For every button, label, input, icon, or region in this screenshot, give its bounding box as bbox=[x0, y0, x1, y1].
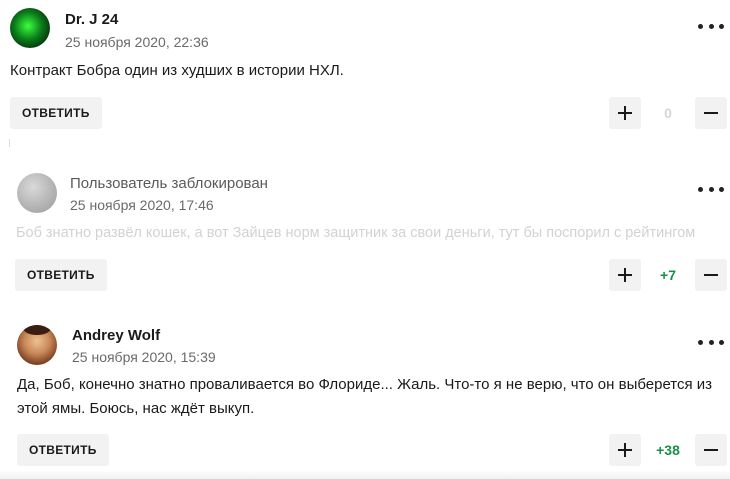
downvote-button[interactable] bbox=[695, 97, 727, 129]
avatar-hair bbox=[23, 325, 51, 335]
minus-icon bbox=[704, 449, 718, 451]
comment-score: 0 bbox=[664, 105, 672, 121]
comment-date: 25 ноября 2020, 17:46 bbox=[70, 197, 214, 213]
plus-icon bbox=[618, 106, 632, 120]
bottom-fade bbox=[0, 470, 730, 479]
upvote-button[interactable] bbox=[609, 97, 641, 129]
blocked-user-avatar-icon bbox=[17, 173, 57, 213]
thread-divider bbox=[9, 139, 10, 147]
comment-text: Да, Боб, конечно знатно проваливается во… bbox=[17, 376, 713, 417]
more-options-icon[interactable] bbox=[698, 21, 724, 31]
comment-text: Контракт Бобра один из худших в истории … bbox=[10, 62, 344, 79]
upvote-button[interactable] bbox=[609, 259, 641, 291]
user-avatar-icon[interactable] bbox=[17, 325, 57, 365]
comment-author: Пользователь заблокирован bbox=[70, 175, 268, 192]
plus-icon bbox=[618, 268, 632, 282]
comment-author[interactable]: Dr. J 24 bbox=[65, 11, 118, 28]
comment-score: +38 bbox=[656, 442, 680, 458]
minus-icon bbox=[704, 112, 718, 114]
comment-date: 25 ноября 2020, 22:36 bbox=[65, 34, 209, 50]
more-options-icon[interactable] bbox=[698, 184, 724, 194]
reply-button[interactable]: ОТВЕТИТЬ bbox=[10, 97, 102, 129]
comment-date: 25 ноября 2020, 15:39 bbox=[72, 349, 216, 365]
reply-button[interactable]: ОТВЕТИТЬ bbox=[17, 434, 109, 466]
comment-author[interactable]: Andrey Wolf bbox=[72, 327, 160, 344]
downvote-button[interactable] bbox=[695, 259, 727, 291]
upvote-button[interactable] bbox=[609, 434, 641, 466]
more-options-icon[interactable] bbox=[698, 337, 724, 347]
comment-score: +7 bbox=[660, 267, 676, 283]
downvote-button[interactable] bbox=[695, 434, 727, 466]
plus-icon bbox=[618, 443, 632, 457]
minus-icon bbox=[704, 274, 718, 276]
comment-text: Боб знатно развёл кошек, а вот Зайцев но… bbox=[16, 225, 696, 241]
user-avatar-icon[interactable] bbox=[10, 8, 50, 48]
reply-button[interactable]: ОТВЕТИТЬ bbox=[15, 259, 107, 291]
